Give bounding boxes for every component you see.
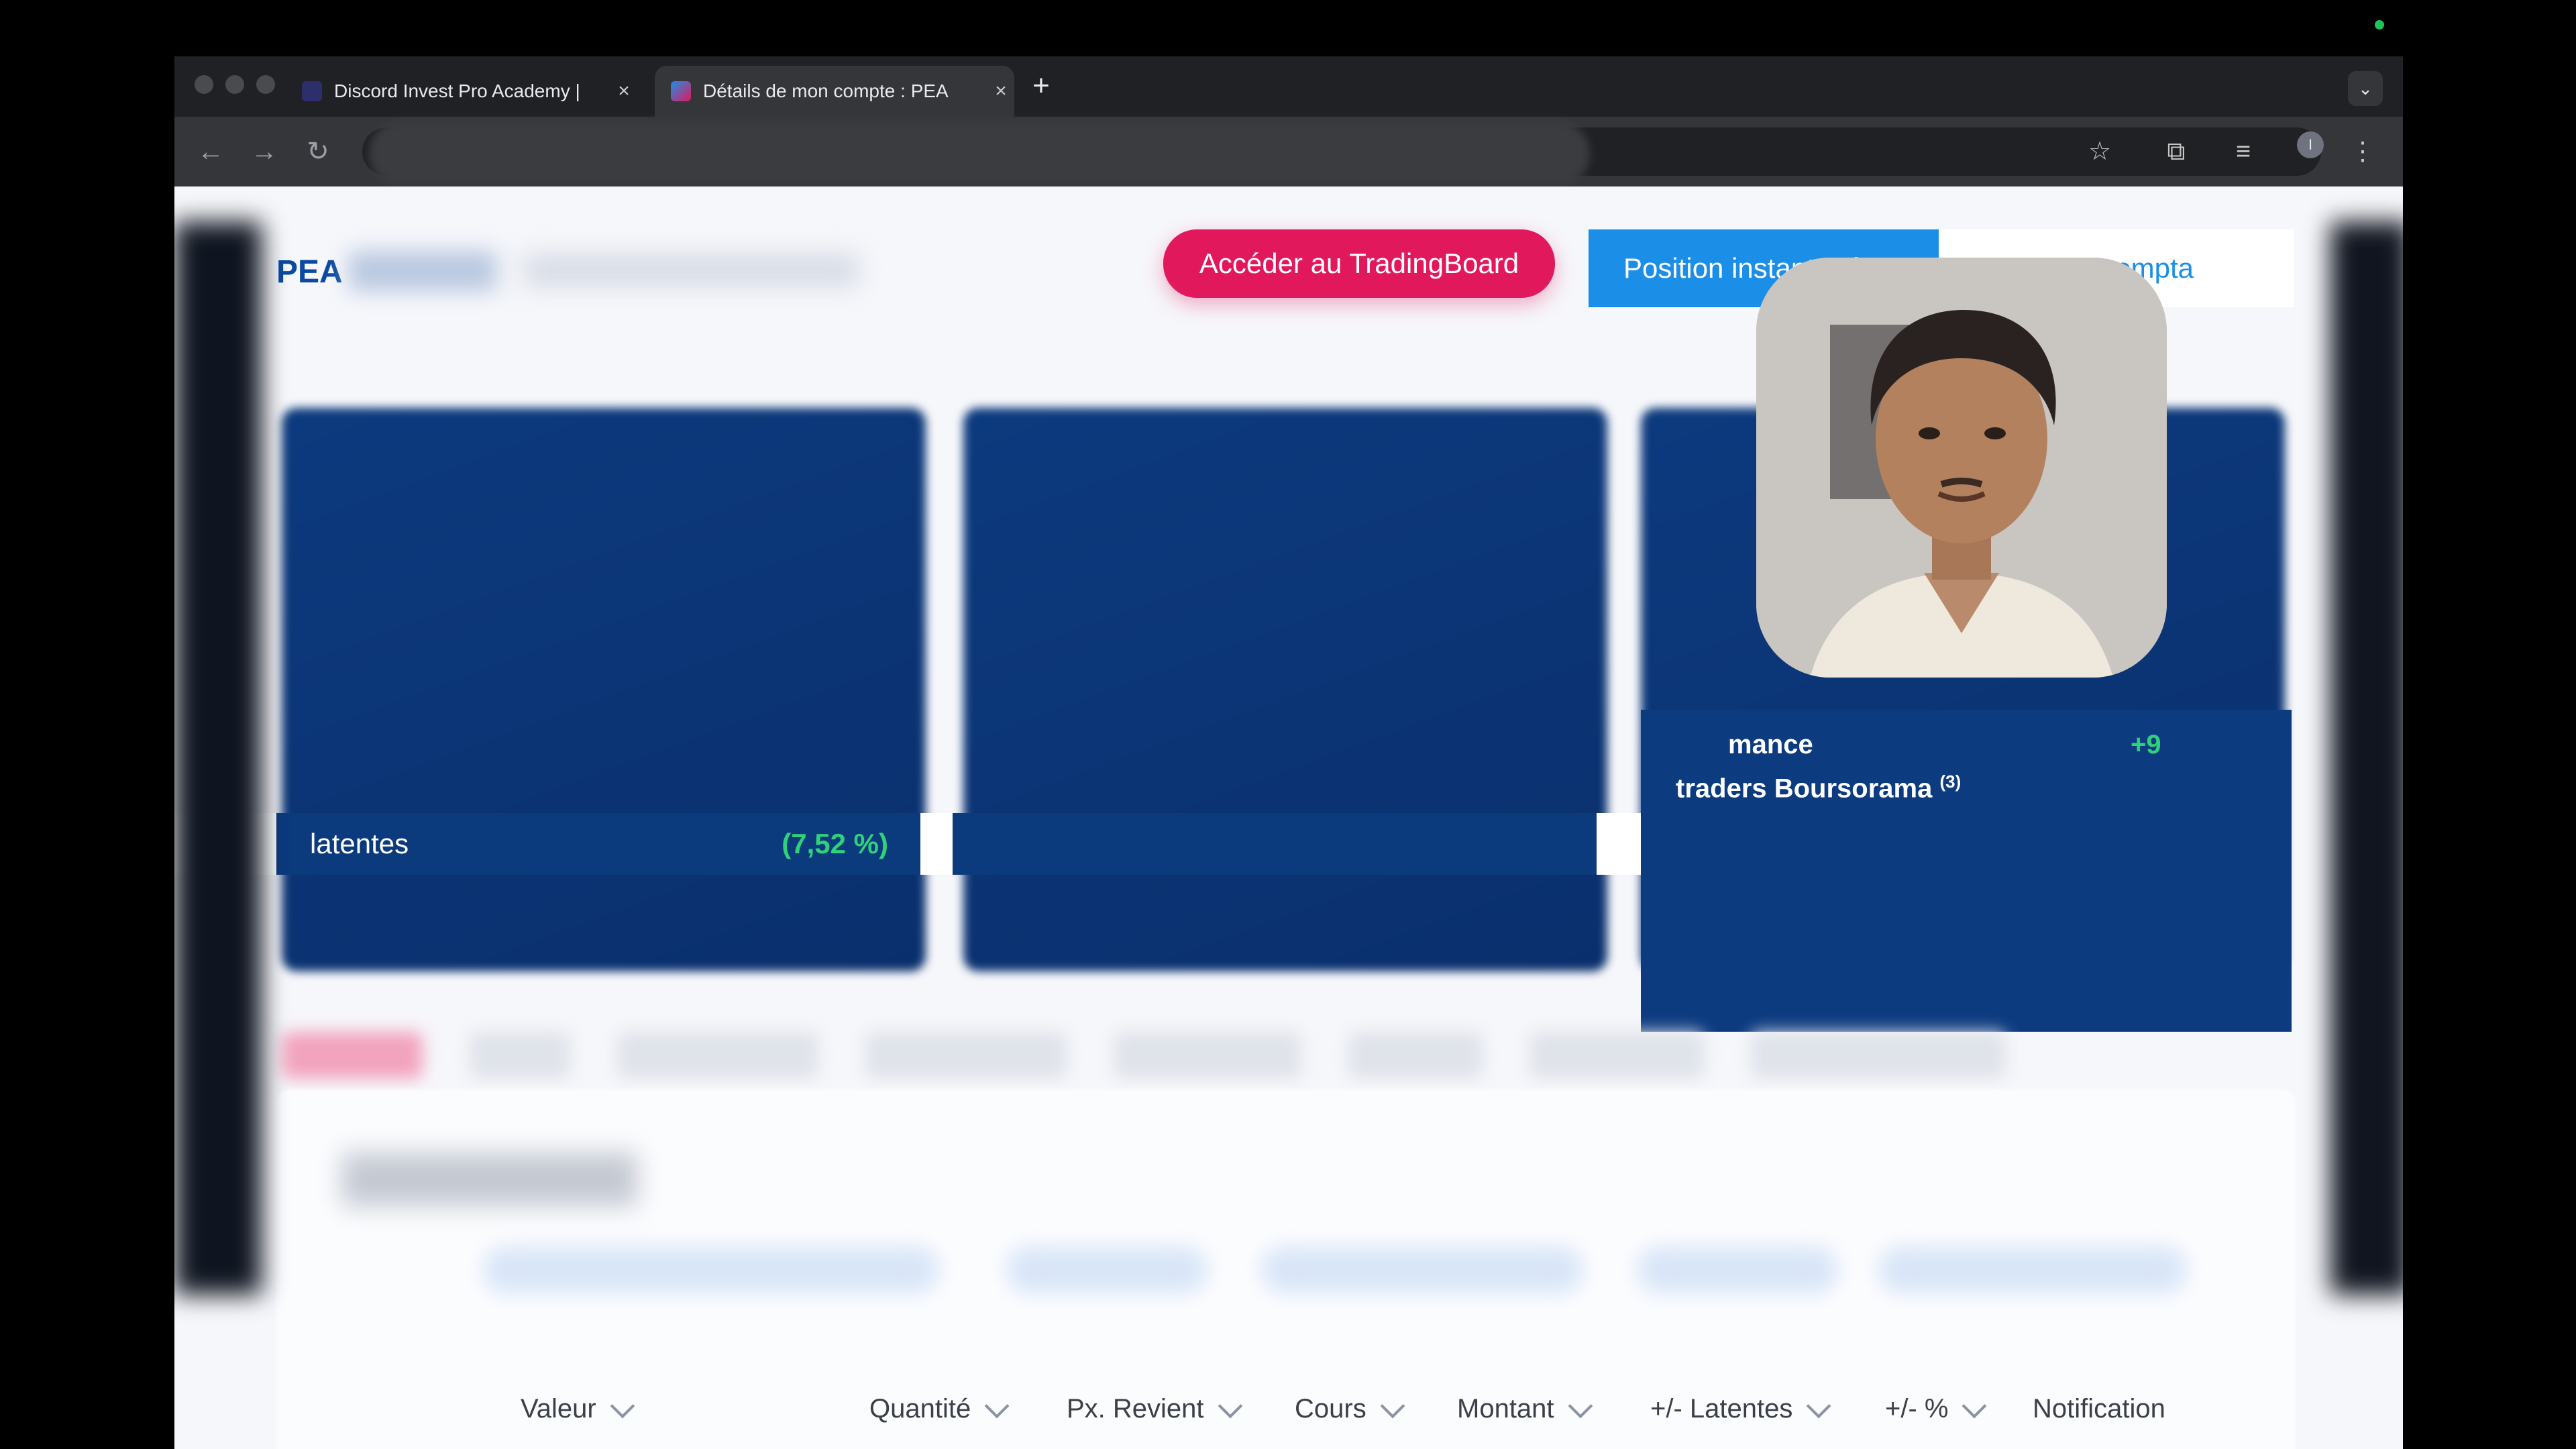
column-header-px-revient[interactable]: Px. Revient bbox=[1067, 1393, 1242, 1424]
sort-chevron-icon bbox=[610, 1393, 635, 1418]
latentes-label: latentes bbox=[310, 828, 409, 859]
reload-icon[interactable]: ↻ bbox=[299, 133, 337, 170]
blurred-tab-chip[interactable] bbox=[282, 1032, 423, 1079]
strip-gap bbox=[1597, 813, 1641, 875]
close-window-icon[interactable] bbox=[195, 75, 213, 94]
sort-chevron-icon bbox=[1962, 1393, 1987, 1418]
sort-chevron-icon bbox=[1380, 1393, 1405, 1418]
column-header-quantite[interactable]: Quantité bbox=[869, 1393, 1010, 1424]
presenter-video-icon bbox=[1756, 258, 2167, 678]
tab-search-icon[interactable]: ⌄ bbox=[2348, 71, 2383, 106]
right-edge-blur bbox=[2330, 221, 2403, 1295]
blurred-tab-chip[interactable] bbox=[1529, 1032, 1704, 1079]
blurred-account-details bbox=[523, 254, 859, 287]
media-controls-icon[interactable]: ≡ bbox=[2224, 133, 2262, 170]
blurred-filter-button[interactable] bbox=[1878, 1246, 2187, 1293]
blurred-tab-chip[interactable] bbox=[1114, 1032, 1301, 1079]
summary-card-liquidites bbox=[963, 408, 1607, 971]
blurred-url-overlay bbox=[369, 121, 1590, 186]
back-icon[interactable]: ← bbox=[192, 133, 229, 170]
strip-gap bbox=[920, 813, 953, 875]
forward-icon[interactable]: → bbox=[246, 133, 283, 170]
middle-card-row bbox=[953, 813, 1597, 875]
left-edge-blur bbox=[174, 221, 262, 1295]
blurred-filter-button[interactable] bbox=[1261, 1246, 1583, 1293]
column-header-cours[interactable]: Cours bbox=[1295, 1393, 1405, 1424]
browser-menu-icon[interactable]: ⋮ bbox=[2344, 133, 2381, 170]
blurred-filter-button[interactable] bbox=[1006, 1246, 1208, 1293]
column-header-pourcent[interactable]: +/- % bbox=[1885, 1393, 1987, 1424]
tab-bar: Discord Invest Pro Academy | × Détails d… bbox=[174, 56, 2403, 117]
tab-title: Détails de mon compte : PEA bbox=[703, 80, 949, 101]
tab-title: Discord Invest Pro Academy | bbox=[334, 80, 580, 101]
blurred-tab-chip[interactable] bbox=[1751, 1032, 2006, 1079]
new-tab-icon[interactable]: + bbox=[1021, 66, 1061, 106]
minimize-window-icon[interactable] bbox=[225, 75, 244, 94]
sort-chevron-icon bbox=[1218, 1393, 1242, 1418]
performance-value: +9 bbox=[2131, 730, 2161, 759]
sort-chevron-icon bbox=[1806, 1393, 1831, 1418]
browser-window: Discord Invest Pro Academy | × Détails d… bbox=[174, 56, 2403, 1449]
blurred-filter-button[interactable] bbox=[1637, 1246, 1838, 1293]
summary-card-valorisation bbox=[282, 408, 926, 971]
blurred-tab-chip[interactable] bbox=[470, 1032, 570, 1079]
performance-row: mance +9 traders Boursorama (3) bbox=[1641, 710, 2292, 1032]
close-tab-icon[interactable]: × bbox=[987, 80, 1014, 103]
column-header-notification[interactable]: Notification bbox=[2033, 1394, 2165, 1424]
blurred-tab-chip[interactable] bbox=[617, 1032, 818, 1079]
profile-avatar[interactable]: I bbox=[2297, 131, 2324, 158]
maximize-window-icon[interactable] bbox=[256, 75, 275, 94]
blurred-section-title bbox=[342, 1152, 637, 1206]
discord-icon bbox=[302, 81, 322, 101]
column-header-montant[interactable]: Montant bbox=[1457, 1393, 1593, 1424]
latentes-row: latentes (7,52 %) bbox=[276, 813, 920, 875]
performance-subtitle: traders Boursorama (3) bbox=[1676, 771, 1962, 804]
blurred-filter-button[interactable] bbox=[483, 1246, 939, 1293]
close-tab-icon[interactable]: × bbox=[610, 80, 637, 103]
extensions-icon[interactable]: ⧉ bbox=[2157, 133, 2195, 170]
sort-chevron-icon bbox=[1568, 1393, 1593, 1418]
bookmark-star-icon[interactable]: ☆ bbox=[2081, 133, 2118, 170]
blurred-account-name bbox=[349, 251, 496, 291]
sort-chevron-icon bbox=[984, 1393, 1010, 1418]
blurred-tab-chip[interactable] bbox=[1348, 1032, 1483, 1079]
tradingboard-button[interactable]: Accéder au TradingBoard bbox=[1163, 229, 1555, 298]
footnote-marker: (3) bbox=[1939, 771, 1962, 792]
page-title: PEA bbox=[276, 254, 343, 290]
boursorama-icon bbox=[671, 81, 691, 101]
webcam-overlay bbox=[1756, 258, 2167, 678]
browser-tab-account[interactable]: Détails de mon compte : PEA × bbox=[655, 66, 1014, 117]
column-header-valeur[interactable]: Valeur bbox=[521, 1393, 635, 1424]
column-header-latentes[interactable]: +/- Latentes bbox=[1650, 1393, 1831, 1424]
performance-label: mance bbox=[1728, 730, 1813, 759]
browser-tab-discord[interactable]: Discord Invest Pro Academy | × bbox=[302, 66, 637, 117]
blurred-tab-chip[interactable] bbox=[865, 1032, 1067, 1079]
latentes-value: (7,52 %) bbox=[782, 828, 888, 859]
recording-indicator-icon bbox=[2375, 20, 2384, 30]
